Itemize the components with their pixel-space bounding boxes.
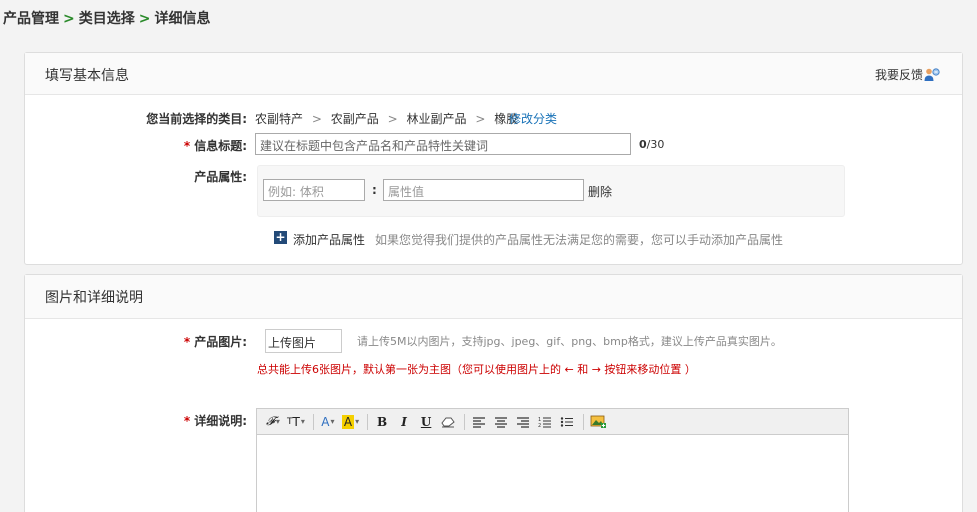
plus-icon[interactable]: + [274,231,287,244]
user-feedback-icon [924,67,940,82]
insert-image-icon[interactable] [588,412,608,432]
underline-icon[interactable]: U [416,412,436,432]
editor-content-area[interactable] [257,435,848,512]
feedback-button[interactable]: 我要反馈 [875,66,940,83]
align-center-icon[interactable] [491,412,511,432]
title-field-label: * 信息标题: [183,139,247,153]
category-label: 您当前选择的类目: [146,112,247,126]
attribute-colon: : [372,183,377,197]
align-right-icon[interactable] [513,412,533,432]
basic-info-panel: 填写基本信息 我要反馈 您当前选择的类目: 农副特产 > 农副产品 > 林业副产… [24,52,963,265]
highlight-color-icon[interactable]: A ▾ [340,412,361,432]
breadcrumb-item-product-management[interactable]: 产品管理 [3,11,59,27]
breadcrumb-item-category-select[interactable]: 类目选择 [79,11,135,27]
title-input[interactable]: 建议在标题中包含产品名和产品特性关键词 [255,133,631,155]
italic-icon[interactable]: I [394,412,414,432]
ordered-list-icon[interactable]: 12 [535,412,555,432]
basic-info-panel-header: 填写基本信息 我要反馈 [25,53,962,95]
editor-toolbar: 𝓕 ▾ T T ▾ A ▾ A ▾ B I U 12 [257,409,848,435]
breadcrumb: 产品管理 > 类目选择 > 详细信息 [3,8,210,28]
product-images-label: * 产品图片: [183,335,247,349]
breadcrumb-separator: > [63,11,75,27]
category-path: 农副特产 > 农副产品 > 林业副产品 > 橡胶 [255,110,518,127]
panel-title: 图片和详细说明 [45,290,143,306]
rich-text-editor: 𝓕 ▾ T T ▾ A ▾ A ▾ B I U 12 [256,408,849,512]
attributes-label: 产品属性: [194,170,247,184]
attribute-delete-link[interactable]: 删除 [588,183,612,200]
images-description-panel: 图片和详细说明 * 产品图片: 上传图片 请上传5M以内图片，支持jpg、jpeg… [24,274,963,512]
modify-category-link[interactable]: 修改分类 [509,110,557,127]
category-level-2: 农副产品 [330,112,379,126]
bold-icon[interactable]: B [372,412,392,432]
category-separator: > [387,112,398,126]
upload-image-warning: 总共能上传6张图片，默认第一张为主图（您可以使用图片上的 ← 和 → 按钮来移动… [257,363,696,376]
unordered-list-icon[interactable] [557,412,577,432]
feedback-label: 我要反馈 [874,68,923,82]
required-mark: * [183,414,191,428]
breadcrumb-separator: > [138,11,151,27]
align-left-icon[interactable] [469,412,489,432]
breadcrumb-item-details: 详细信息 [154,11,211,27]
toolbar-separator [464,413,466,430]
category-separator: > [311,112,322,126]
toolbar-separator [312,413,314,430]
eraser-icon[interactable] [438,412,458,432]
add-attribute-hint: 如果您觉得我们提供的产品属性无法满足您的需要，您可以手动添加产品属性 [375,233,784,247]
upload-image-button[interactable]: 上传图片 [265,329,342,353]
add-attribute-button[interactable]: 添加产品属性 [293,231,365,248]
category-level-1: 农副特产 [255,112,304,126]
description-label: * 详细说明: [183,414,247,428]
attribute-name-input[interactable]: 例如: 体积 [263,179,365,201]
category-level-3: 林业副产品 [406,112,467,126]
toolbar-separator [367,413,369,430]
images-description-panel-header: 图片和详细说明 [25,275,962,319]
toolbar-separator [583,413,585,430]
panel-title: 填写基本信息 [45,68,129,84]
upload-image-hint: 请上传5M以内图片，支持jpg、jpeg、gif、png、bmp格式，建议上传产… [357,335,782,348]
font-family-icon[interactable]: 𝓕 ▾ [263,412,283,432]
category-separator: > [475,112,486,126]
attribute-value-input[interactable]: 属性值 [383,179,584,201]
required-mark: * [183,139,191,153]
font-size-icon[interactable]: T T ▾ [285,412,307,432]
required-mark: * [183,335,191,349]
title-char-counter: 0/30 [639,138,665,151]
svg-text:2: 2 [538,423,541,428]
font-color-icon[interactable]: A ▾ [318,412,338,432]
